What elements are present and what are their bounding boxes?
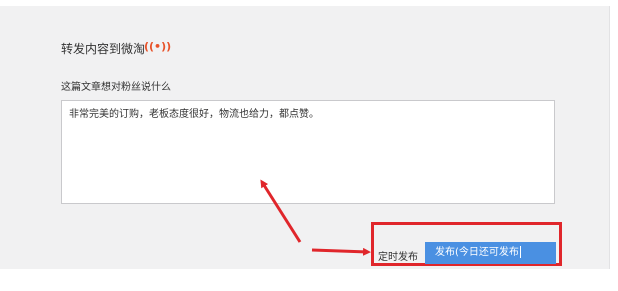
message-text: 非常完美的订购，老板态度很好，物流也给力，都点赞。 — [69, 109, 319, 120]
radio-waves-icon: ((•)) — [144, 40, 172, 53]
section-title: 转发内容到微淘 — [61, 42, 146, 56]
share-to-weitao-screen: 转发内容到微淘 ((•)) 这篇文章想对粉丝说什么 非常完美的订购，老板态度很好… — [0, 0, 618, 291]
message-textarea[interactable]: 非常完美的订购，老板态度很好，物流也给力，都点赞。 — [61, 100, 555, 204]
message-prompt-label: 这篇文章想对粉丝说什么 — [61, 82, 171, 93]
bottom-strip — [0, 269, 618, 291]
publish-button[interactable]: 发布(今日还可发布 — [425, 242, 556, 264]
text-cursor — [519, 246, 521, 258]
publish-button-label: 发布(今日还可发布 — [435, 247, 519, 258]
schedule-publish-link[interactable]: 定时发布 — [378, 248, 418, 263]
